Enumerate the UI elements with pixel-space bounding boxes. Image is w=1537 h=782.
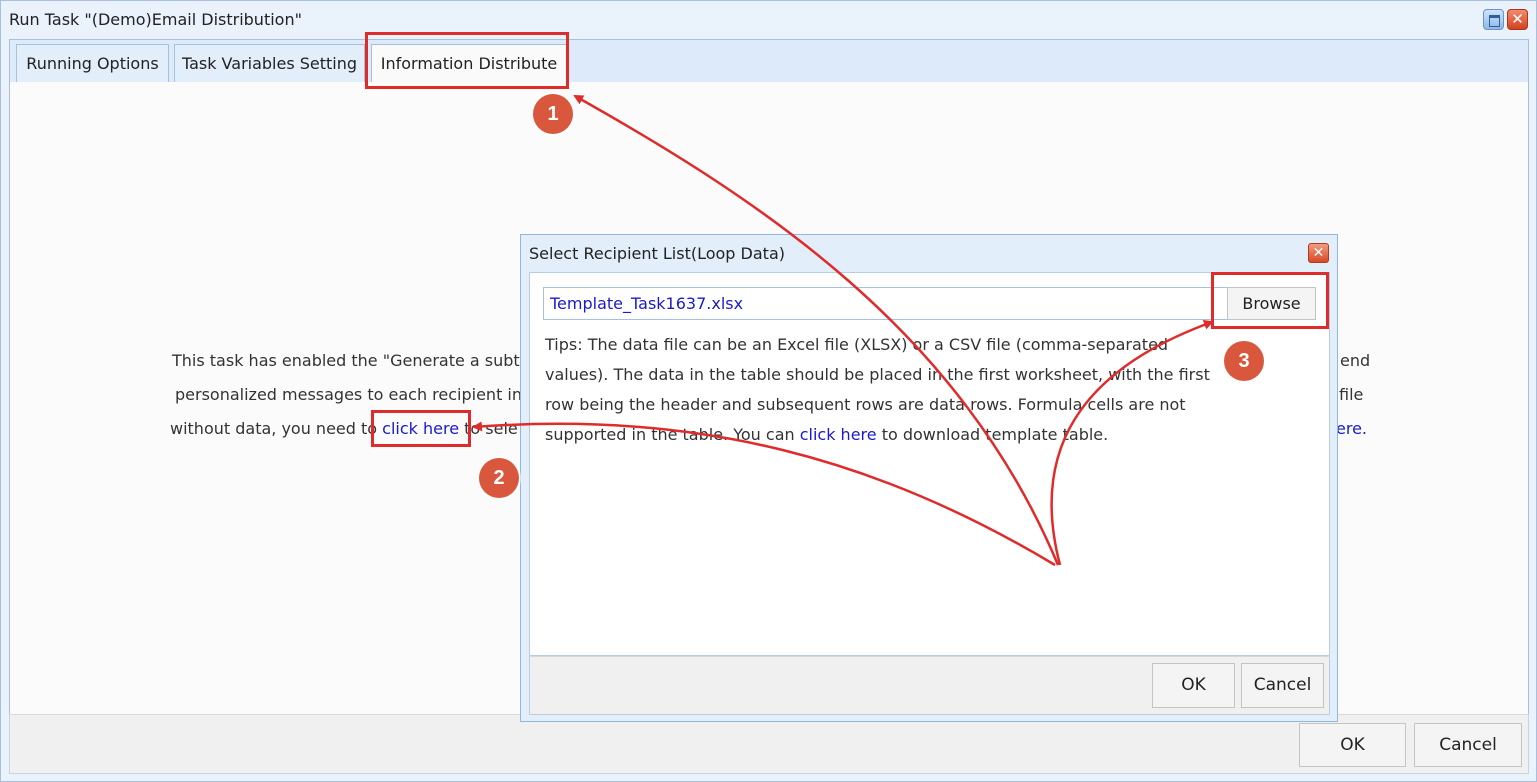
- tips-text: Tips: The data file can be an Excel file…: [545, 330, 1225, 450]
- tab-running-options[interactable]: Running Options: [16, 44, 169, 83]
- dialog-title: Select Recipient List(Loop Data): [529, 244, 785, 263]
- info-text-line-3-suffix: to sele: [459, 419, 518, 438]
- info-text-line-2-left: personalized messages to each recipient …: [175, 385, 523, 404]
- step-badge-1: 1: [533, 94, 573, 134]
- info-text-line-3-right-link[interactable]: ere.: [1336, 419, 1367, 438]
- step-badge-2: 2: [479, 458, 519, 498]
- tab-task-variables-setting[interactable]: Task Variables Setting: [174, 44, 365, 83]
- window-close-icon[interactable]: ✕: [1507, 9, 1528, 30]
- select-recipient-list-dialog: Select Recipient List(Loop Data) ✕ Templ…: [520, 234, 1338, 722]
- dialog-close-icon[interactable]: ✕: [1308, 243, 1329, 263]
- window-ok-button[interactable]: OK: [1299, 723, 1406, 767]
- window-title: Run Task "(Demo)Email Distribution": [9, 10, 302, 29]
- info-text-line-2-right: file: [1339, 385, 1364, 404]
- dialog-cancel-button[interactable]: Cancel: [1241, 663, 1324, 708]
- maximize-icon[interactable]: [1483, 9, 1504, 30]
- dialog-ok-button[interactable]: OK: [1152, 663, 1235, 708]
- tab-information-distribute[interactable]: Information Distribute: [371, 44, 567, 84]
- info-text-line-1-left: This task has enabled the "Generate a su…: [172, 351, 530, 370]
- info-text-line-3-prefix: without data, you need to: [170, 419, 383, 438]
- browse-button[interactable]: Browse: [1227, 287, 1316, 320]
- download-template-link[interactable]: click here: [800, 425, 877, 444]
- step-badge-3: 3: [1224, 341, 1264, 381]
- tips-text-suffix: to download template table.: [876, 425, 1109, 444]
- file-path-input[interactable]: Template_Task1637.xlsx: [543, 287, 1229, 320]
- window-cancel-button[interactable]: Cancel: [1414, 723, 1522, 767]
- select-file-link[interactable]: click here: [382, 419, 459, 438]
- tab-strip: Running Options Task Variables Setting I…: [9, 39, 1529, 84]
- info-text-line-3: without data, you need to click here to …: [170, 419, 518, 438]
- info-text-line-1-right: end: [1340, 351, 1371, 370]
